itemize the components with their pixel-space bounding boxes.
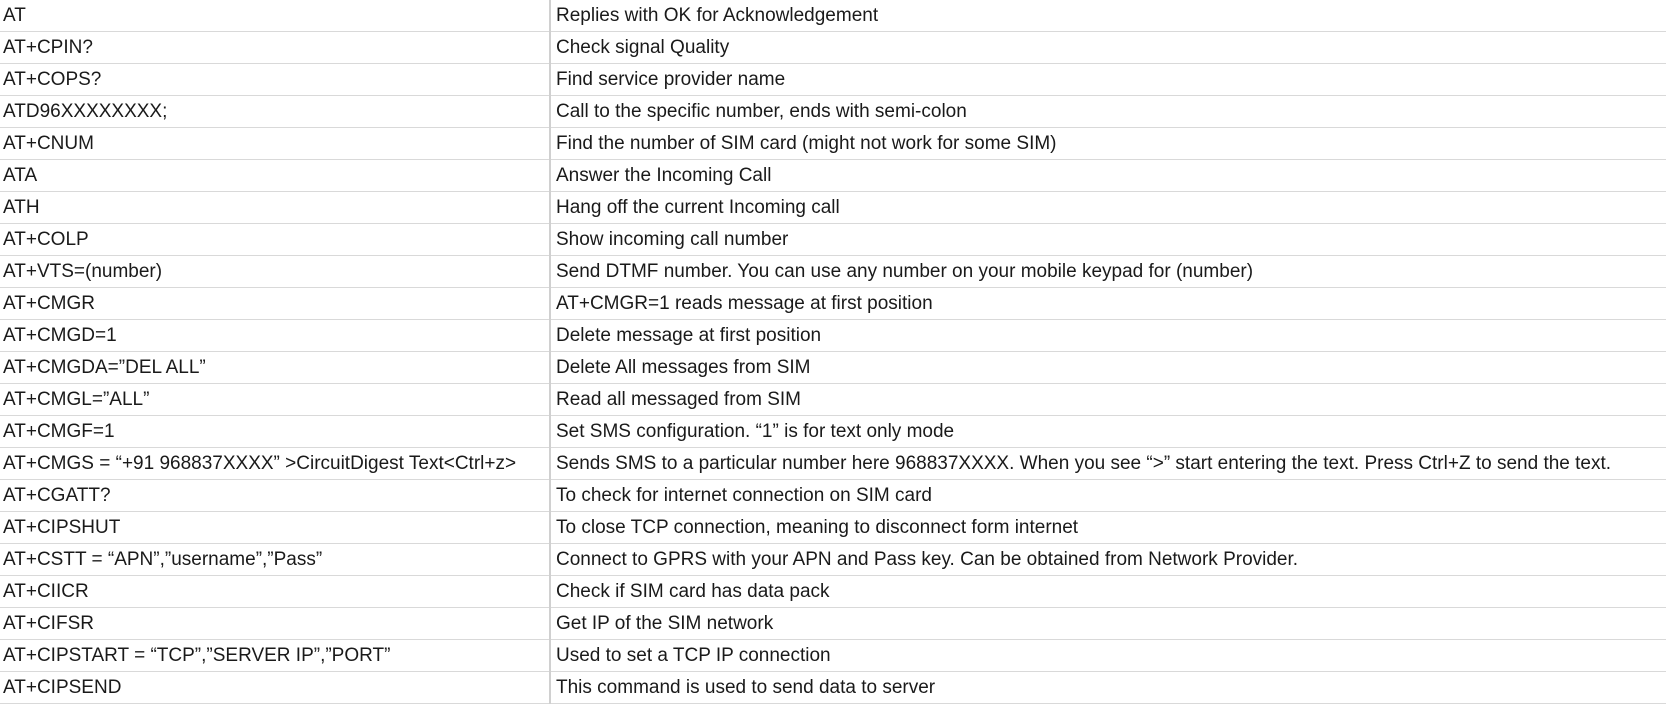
command-cell[interactable]: AT+CIPSHUT (0, 511, 551, 544)
table-row: ATD96XXXXXXXX; Call to the specific numbe… (0, 95, 1666, 128)
command-cell[interactable]: AT+CMGS = “+91 968837XXXX” >CircuitDiges… (0, 447, 551, 480)
table-row: AT+CPIN? Check signal Quality (0, 31, 1666, 64)
table-row: AT+CMGS = “+91 968837XXXX” >CircuitDiges… (0, 447, 1666, 480)
table-row: AT+VTS=(number) Send DTMF number. You can… (0, 255, 1666, 288)
command-cell[interactable]: AT+CIPSEND (0, 671, 551, 704)
description-cell[interactable]: Answer the Incoming Call (550, 159, 1666, 192)
description-cell[interactable]: Connect to GPRS with your APN and Pass k… (550, 543, 1666, 576)
table-row: AT+CIPSTART = “TCP”,”SERVER IP”,”PORT” Us… (0, 639, 1666, 672)
table-row: AT+COLP Show incoming call number (0, 223, 1666, 256)
command-cell[interactable]: AT+CMGF=1 (0, 415, 551, 448)
command-cell[interactable]: ATA (0, 159, 551, 192)
description-cell[interactable]: Get IP of the SIM network (550, 607, 1666, 640)
command-cell[interactable]: AT+CMGL=”ALL” (0, 383, 551, 416)
description-cell[interactable]: Sends SMS to a particular number here 96… (550, 447, 1666, 480)
command-cell[interactable]: AT+COLP (0, 223, 551, 256)
at-command-table: AT Replies with OK for Acknowledgement AT… (0, 0, 1666, 704)
command-cell[interactable]: AT+CPIN? (0, 31, 551, 64)
table-row: AT+CMGR AT+CMGR=1 reads message at first … (0, 287, 1666, 320)
command-cell[interactable]: AT+COPS? (0, 63, 551, 96)
command-cell[interactable]: AT (0, 0, 551, 32)
table-row: AT+CMGDA=”DEL ALL” Delete All messages fr… (0, 351, 1666, 384)
table-row: AT+CSTT = “APN”,”username”,”Pass” Connect… (0, 543, 1666, 576)
description-cell[interactable]: Find service provider name (550, 63, 1666, 96)
description-cell[interactable]: Delete message at first position (550, 319, 1666, 352)
command-cell[interactable]: AT+CMGD=1 (0, 319, 551, 352)
table-row: AT+COPS? Find service provider name (0, 63, 1666, 96)
description-cell[interactable]: To check for internet connection on SIM … (550, 479, 1666, 512)
command-cell[interactable]: AT+CIPSTART = “TCP”,”SERVER IP”,”PORT” (0, 639, 551, 672)
at-command-sheet: AT Replies with OK for Acknowledgement AT… (0, 0, 1666, 704)
command-cell[interactable]: AT+CMGR (0, 287, 551, 320)
command-cell[interactable]: AT+CIFSR (0, 607, 551, 640)
table-row: ATH Hang off the current Incoming call (0, 191, 1666, 224)
command-cell[interactable]: AT+VTS=(number) (0, 255, 551, 288)
description-cell[interactable]: This command is used to send data to ser… (550, 671, 1666, 704)
command-cell[interactable]: ATD96XXXXXXXX; (0, 95, 551, 128)
description-cell[interactable]: Delete All messages from SIM (550, 351, 1666, 384)
description-cell[interactable]: Find the number of SIM card (might not w… (550, 127, 1666, 160)
table-row: AT+CMGL=”ALL” Read all messaged from SIM (0, 383, 1666, 416)
table-row: AT+CIPSHUT To close TCP connection, meani… (0, 511, 1666, 544)
table-row: AT+CMGD=1 Delete message at first positio… (0, 319, 1666, 352)
command-cell[interactable]: AT+CGATT? (0, 479, 551, 512)
description-cell[interactable]: Set SMS configuration. “1” is for text o… (550, 415, 1666, 448)
description-cell[interactable]: AT+CMGR=1 reads message at first positio… (550, 287, 1666, 320)
table-row: AT+CMGF=1 Set SMS configuration. “1” is f… (0, 415, 1666, 448)
command-cell[interactable]: AT+CIICR (0, 575, 551, 608)
description-cell[interactable]: Used to set a TCP IP connection (550, 639, 1666, 672)
description-cell[interactable]: Call to the specific number, ends with s… (550, 95, 1666, 128)
command-cell[interactable]: ATH (0, 191, 551, 224)
description-cell[interactable]: Replies with OK for Acknowledgement (550, 0, 1666, 32)
description-cell[interactable]: Send DTMF number. You can use any number… (550, 255, 1666, 288)
table-row: AT+CGATT? To check for internet connectio… (0, 479, 1666, 512)
description-cell[interactable]: Read all messaged from SIM (550, 383, 1666, 416)
description-cell[interactable]: To close TCP connection, meaning to disc… (550, 511, 1666, 544)
command-cell[interactable]: AT+CSTT = “APN”,”username”,”Pass” (0, 543, 551, 576)
table-row: AT+CIPSEND This command is used to send d… (0, 671, 1666, 704)
table-row: AT Replies with OK for Acknowledgement (0, 0, 1666, 32)
description-cell[interactable]: Check signal Quality (550, 31, 1666, 64)
table-row: ATA Answer the Incoming Call (0, 159, 1666, 192)
description-cell[interactable]: Show incoming call number (550, 223, 1666, 256)
table-row: AT+CIFSR Get IP of the SIM network (0, 607, 1666, 640)
command-cell[interactable]: AT+CNUM (0, 127, 551, 160)
table-row: AT+CIICR Check if SIM card has data pack (0, 575, 1666, 608)
command-cell[interactable]: AT+CMGDA=”DEL ALL” (0, 351, 551, 384)
description-cell[interactable]: Check if SIM card has data pack (550, 575, 1666, 608)
table-row: AT+CNUM Find the number of SIM card (migh… (0, 127, 1666, 160)
description-cell[interactable]: Hang off the current Incoming call (550, 191, 1666, 224)
